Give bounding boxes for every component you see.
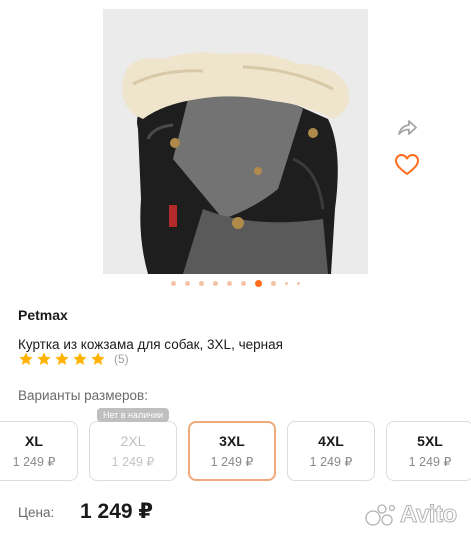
size-name: 3XL xyxy=(219,433,245,449)
size-name: 4XL xyxy=(318,433,344,449)
star-icon xyxy=(55,352,69,365)
brand-name[interactable]: Petmax xyxy=(18,307,68,323)
gallery-dot[interactable] xyxy=(227,281,232,286)
gallery-pagination xyxy=(0,280,471,287)
size-name: XL xyxy=(25,433,43,449)
size-option-4xl[interactable]: 4XL 1 249 ₽ xyxy=(287,421,375,481)
reviews-count: (5) xyxy=(114,352,129,366)
size-price: 1 249 ₽ xyxy=(111,455,155,469)
product-title: Куртка из кожзама для собак, 3XL, черная xyxy=(18,337,283,352)
sizes-label: Варианты размеров: xyxy=(18,388,148,403)
gallery-dot[interactable] xyxy=(171,281,176,286)
size-name: 5XL xyxy=(417,433,443,449)
price-value: 1 249 ₽ xyxy=(80,500,153,523)
size-name: 2XL xyxy=(120,433,146,449)
avito-watermark: Avito xyxy=(365,501,458,529)
gallery-dot[interactable] xyxy=(285,282,288,285)
heart-icon xyxy=(395,154,419,175)
size-options: XL 1 249 ₽ Нет в наличии 2XL 1 249 ₽ 3XL 1 249… xyxy=(0,408,471,481)
star-icon xyxy=(91,352,105,365)
gallery-dot[interactable] xyxy=(199,281,204,286)
size-option-2xl[interactable]: Нет в наличии 2XL 1 249 ₽ xyxy=(89,408,177,481)
gallery-dot[interactable] xyxy=(297,282,300,285)
gallery-dot[interactable] xyxy=(271,281,276,286)
size-price: 1 249 ₽ xyxy=(309,455,353,469)
out-of-stock-badge: Нет в наличии xyxy=(96,408,170,422)
price-label: Цена: xyxy=(18,505,55,520)
avito-logo-icon xyxy=(365,504,396,526)
star-icon xyxy=(19,352,33,365)
share-button[interactable] xyxy=(393,114,421,142)
favorite-button[interactable] xyxy=(393,151,421,179)
size-price: 1 249 ₽ xyxy=(408,455,452,469)
size-option-5xl[interactable]: 5XL 1 249 ₽ xyxy=(386,421,471,481)
gallery-dot[interactable] xyxy=(213,281,218,286)
dog-jacket-image xyxy=(103,9,368,274)
share-icon xyxy=(398,120,417,135)
rating-stars xyxy=(18,351,106,367)
star-icon xyxy=(37,352,51,365)
size-price: 1 249 ₽ xyxy=(210,455,254,469)
avito-text: Avito xyxy=(400,501,458,529)
product-photo[interactable] xyxy=(103,9,368,274)
rating[interactable]: (5) xyxy=(18,351,129,367)
gallery-dot[interactable] xyxy=(255,280,262,287)
size-option-xl[interactable]: XL 1 249 ₽ xyxy=(0,421,78,481)
star-icon xyxy=(73,352,87,365)
gallery-dot[interactable] xyxy=(185,281,190,286)
size-price: 1 249 ₽ xyxy=(12,455,56,469)
gallery-dot[interactable] xyxy=(241,281,246,286)
size-option-3xl[interactable]: 3XL 1 249 ₽ xyxy=(188,421,276,481)
